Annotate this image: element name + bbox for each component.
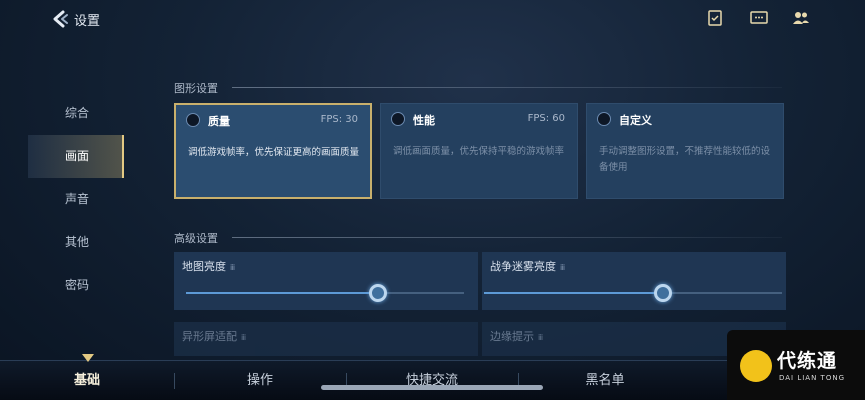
top-bar: 设置 (0, 0, 865, 38)
active-tab-indicator-icon (82, 354, 94, 362)
sidebar-item-label: 综合 (65, 106, 90, 120)
chat-icon[interactable] (750, 10, 768, 26)
performance-mode-card[interactable]: 性能 FPS: 60 调低画面质量，优先保持平稳的游戏帧率 (380, 103, 578, 199)
sidebar-item-sound[interactable]: 声音 (28, 178, 124, 221)
home-indicator[interactable] (321, 385, 543, 390)
settings-screen: 设置 综合 画面 声音 其他 密码 图形设置 质量 FPS: 30 调低游戏帧率… (0, 0, 865, 400)
sidebar-item-password[interactable]: 密码 (28, 264, 124, 307)
quality-mode-card[interactable]: 质量 FPS: 30 调低游戏帧率，优先保证更高的画面质量 (174, 103, 372, 199)
custom-mode-card[interactable]: 自定义 手动调整图形设置，不推荐性能较低的设备使用 (586, 103, 784, 199)
radio-icon (186, 113, 200, 127)
info-icon[interactable]: ⅲ (230, 263, 235, 272)
setting-label: 地图亮度 (182, 260, 226, 273)
card-name: 自定义 (619, 114, 652, 127)
setting-label: 战争迷雾亮度 (490, 260, 556, 273)
logo-subtext: DAI LIAN TONG (779, 374, 846, 382)
slider-handle[interactable] (653, 284, 672, 302)
sidebar-item-general[interactable]: 综合 (28, 92, 124, 135)
tab-divider (174, 373, 175, 389)
watermark-logo: 代练通 DAI LIAN TONG (727, 330, 865, 400)
sidebar-item-label: 画面 (65, 149, 90, 163)
card-fps: FPS: 30 (320, 114, 358, 125)
fog-brightness-setting: 战争迷雾亮度 ⅲ (482, 252, 786, 310)
slider-handle[interactable] (368, 284, 387, 302)
card-name: 质量 (208, 115, 230, 128)
logo-emblem-icon (740, 350, 772, 382)
notch-adapt-setting[interactable]: 异形屏适配 ⅲ (174, 322, 478, 356)
info-icon[interactable]: ⅲ (560, 263, 565, 272)
back-arrow-icon[interactable] (50, 9, 70, 29)
settings-sidebar: 综合 画面 声音 其他 密码 (28, 92, 124, 307)
section-divider (232, 87, 782, 88)
sidebar-item-display[interactable]: 画面 (28, 135, 124, 178)
checklist-icon[interactable] (706, 10, 724, 26)
friends-icon[interactable] (792, 10, 810, 26)
graphics-section-title: 图形设置 (174, 82, 218, 95)
card-name: 性能 (413, 114, 435, 127)
sidebar-item-label: 密码 (65, 278, 90, 292)
radio-icon (597, 112, 611, 126)
map-brightness-slider[interactable] (186, 284, 464, 302)
tab-blacklist[interactable]: 黑名单 (545, 369, 665, 388)
info-icon[interactable]: ⅲ (538, 333, 543, 342)
card-description: 调低画面质量，优先保持平稳的游戏帧率 (393, 146, 565, 157)
tab-basic[interactable]: 基础 (27, 369, 147, 388)
info-icon[interactable]: ⅲ (241, 333, 246, 342)
tab-controls[interactable]: 操作 (200, 369, 320, 388)
sidebar-item-label: 其他 (65, 235, 90, 249)
page-title: 设置 (74, 14, 101, 29)
sidebar-item-other[interactable]: 其他 (28, 221, 124, 264)
card-description: 调低游戏帧率，优先保证更高的画面质量 (188, 147, 360, 158)
card-description: 手动调整图形设置，不推荐性能较低的设备使用 (599, 146, 771, 173)
radio-icon (391, 112, 405, 126)
card-fps: FPS: 60 (527, 113, 565, 124)
sidebar-item-label: 声音 (65, 192, 90, 206)
slider-fill (186, 292, 378, 294)
slider-fill (484, 292, 663, 294)
setting-label: 边缘提示 (490, 330, 534, 343)
map-brightness-setting: 地图亮度 ⅲ (174, 252, 478, 310)
advanced-section-title: 高级设置 (174, 232, 218, 245)
section-divider (232, 237, 782, 238)
setting-label: 异形屏适配 (182, 330, 237, 343)
logo-text: 代练通 (777, 350, 838, 372)
fog-brightness-slider[interactable] (484, 284, 782, 302)
